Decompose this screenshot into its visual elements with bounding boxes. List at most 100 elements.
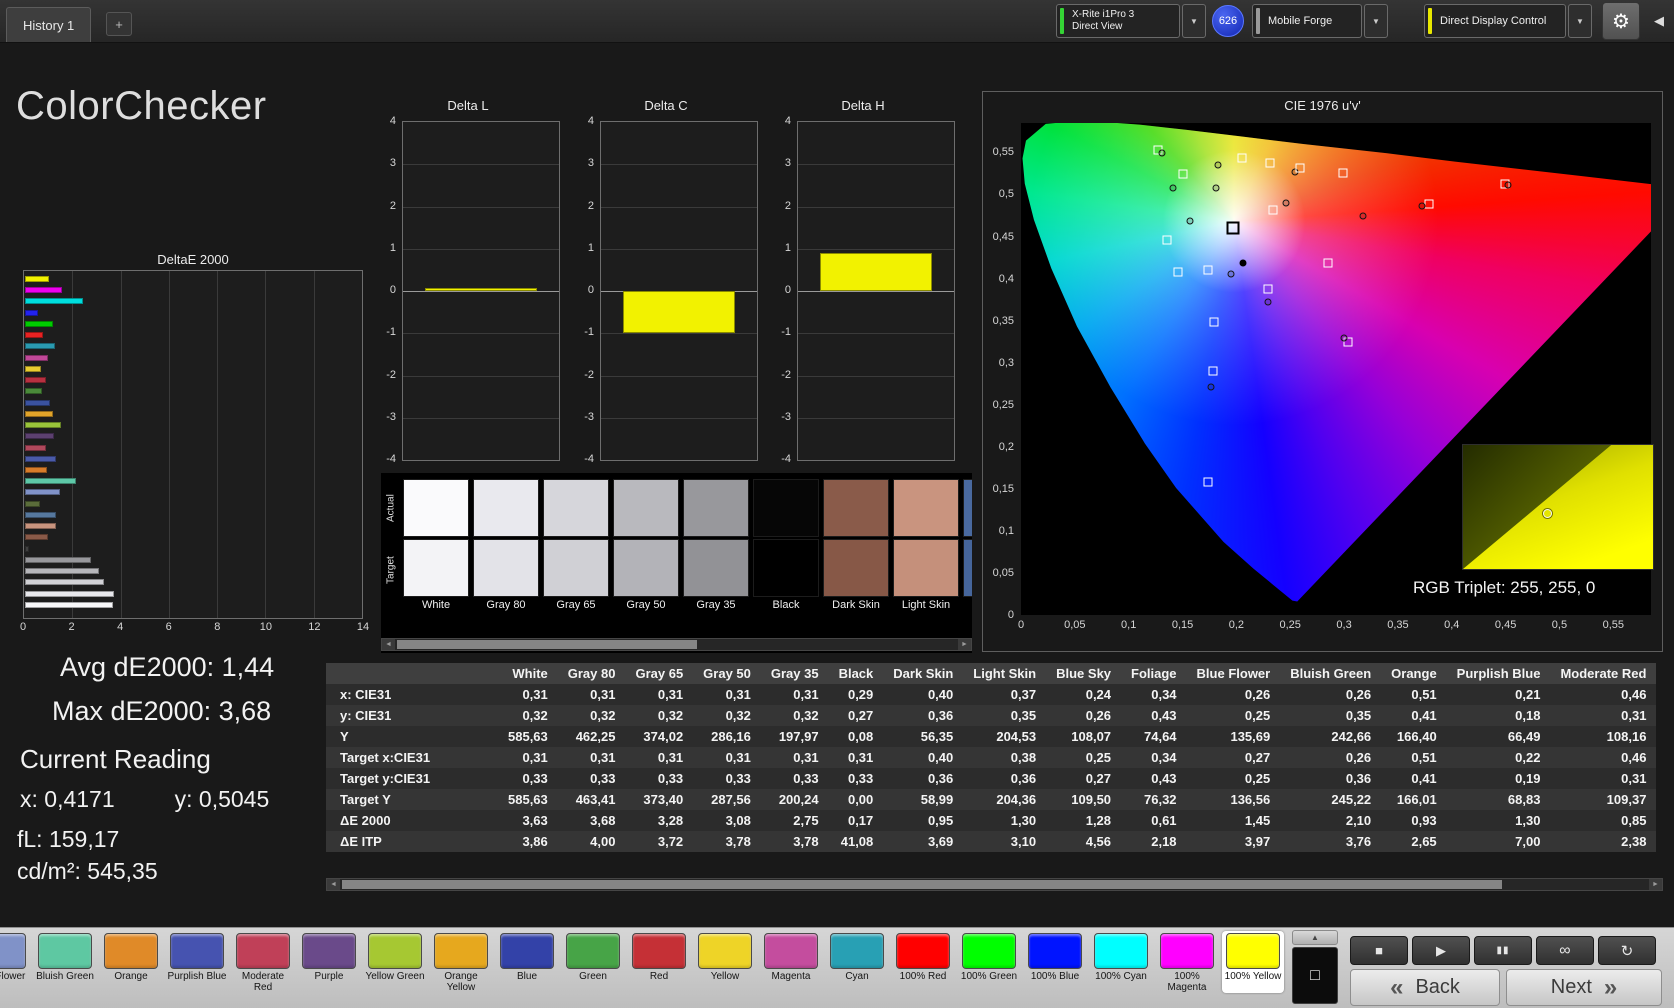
column-header-gray-35: Gray 35	[770, 666, 819, 681]
strip-scrollbar-thumb[interactable]	[397, 640, 697, 649]
table-cell: 0,32	[725, 708, 751, 723]
table-scrollbar-thumb[interactable]	[342, 880, 1502, 889]
pattern-button-cyan[interactable]: Cyan	[826, 931, 888, 993]
pattern-button-yellow[interactable]: Yellow	[694, 931, 756, 993]
pattern-button-orange-yellow[interactable]: Orange Yellow	[430, 931, 492, 993]
de-bar-blue-sky	[25, 511, 56, 518]
play-button[interactable]: ▶	[1412, 936, 1470, 965]
pattern-button-orange[interactable]: Orange	[100, 931, 162, 993]
pattern-button-100-yellow[interactable]: 100% Yellow	[1222, 931, 1284, 993]
target-swatch	[823, 539, 889, 597]
strip-scrollbar[interactable]: ◄ ►	[381, 638, 972, 651]
table-scrollbar[interactable]: ◄ ►	[326, 878, 1663, 891]
table-cell: 0,43	[1151, 771, 1177, 786]
next-chevron-icon: »	[1603, 973, 1618, 1001]
gear-icon[interactable]: ⚙	[1602, 2, 1640, 40]
y-tick-label: -4	[584, 453, 594, 465]
pattern-button-yellow-green[interactable]: Yellow Green	[364, 931, 426, 993]
source-chevron-down-icon[interactable]: ▼	[1364, 4, 1388, 38]
pattern-button-magenta[interactable]: Magenta	[760, 931, 822, 993]
table-cell: 0,25	[1244, 708, 1271, 723]
table-cell: 2,75	[793, 813, 819, 828]
target-swatch	[403, 539, 469, 597]
pattern-button-100-cyan[interactable]: 100% Cyan	[1090, 931, 1152, 993]
add-tab-button[interactable]: +	[106, 12, 132, 36]
table-cell: 66,49	[1507, 729, 1541, 744]
scroll-left-icon[interactable]: ◄	[327, 879, 340, 890]
cie-point-square	[1323, 258, 1333, 268]
refresh-button[interactable]: ↻	[1598, 936, 1656, 965]
pattern-button-red[interactable]: Red	[628, 931, 690, 993]
pattern-source-dropdown[interactable]: Mobile Forge	[1252, 4, 1362, 38]
table-cell: 3,10	[1010, 834, 1037, 849]
column-header-light-skin: Light Skin	[973, 666, 1037, 681]
meter-dropdown[interactable]: X-Rite i1Pro 3 Direct View	[1056, 4, 1180, 38]
pattern-button-100-blue[interactable]: 100% Blue	[1024, 931, 1086, 993]
pattern-button-purplish-blue[interactable]: Purplish Blue	[166, 931, 228, 993]
x-tick-label: 14	[356, 621, 370, 633]
stop-button[interactable]: ■	[1350, 936, 1408, 965]
rgb-triplet-label: RGB Triplet: 255, 255, 0	[1413, 578, 1596, 597]
y-tick-label: 4	[784, 115, 791, 127]
row-label: Y	[340, 729, 349, 744]
collapse-arrow-icon[interactable]: ◀	[1648, 10, 1670, 32]
scroll-left-icon[interactable]: ◄	[382, 639, 395, 650]
meter-chevron-down-icon[interactable]: ▼	[1182, 4, 1206, 38]
pattern-button-green[interactable]: Green	[562, 931, 624, 993]
gridline	[798, 375, 954, 377]
de-bar-gray-35	[25, 556, 92, 563]
color-chip	[1226, 933, 1280, 969]
de-bar-blue	[25, 399, 51, 406]
display-control-dropdown[interactable]: Direct Display Control	[1424, 4, 1566, 38]
pause-button[interactable]: ▮▮	[1474, 936, 1532, 965]
row-label: y: CIE31	[340, 708, 392, 723]
table-cell: 0,33	[522, 771, 548, 786]
cie-y-tick-label: 0,55	[992, 146, 1014, 159]
pattern-button-label: 100% Cyan	[1095, 971, 1147, 982]
loop-button[interactable]: ∞	[1536, 936, 1594, 965]
pattern-button-blue-flower[interactable]: Blue Flower	[0, 931, 30, 993]
target-swatch	[613, 539, 679, 597]
color-chip	[38, 933, 92, 969]
pattern-button-purple[interactable]: Purple	[298, 931, 360, 993]
table-cell: 0,33	[657, 771, 684, 786]
gridline	[798, 333, 954, 335]
pattern-button-moderate-red[interactable]: Moderate Red	[232, 931, 294, 993]
gridline	[403, 291, 559, 292]
display-control-chevron-down-icon[interactable]: ▼	[1568, 4, 1592, 38]
tab-history[interactable]: History 1	[6, 7, 92, 42]
color-chip	[434, 933, 488, 969]
current-reading-title: Current Reading	[20, 744, 211, 774]
pattern-button-label: Blue	[516, 971, 537, 982]
pattern-window-button[interactable]: □	[1292, 947, 1338, 1004]
pattern-button-blue[interactable]: Blue	[496, 931, 558, 993]
swatch-name: Dark Skin	[832, 599, 880, 611]
color-chip	[104, 933, 158, 969]
cie-x-tick-label: 0,25	[1279, 619, 1301, 631]
table-row-x-cie31: x: CIE31 0,31 0,31 0,31 0,31 0,31 0,29 0,40 0,37…	[326, 684, 1657, 705]
table-cell: 0,17	[847, 813, 874, 828]
next-button[interactable]: Next »	[1506, 969, 1662, 1006]
pattern-button-bluish-green[interactable]: Bluish Green	[34, 931, 96, 993]
cie-point-square	[1263, 284, 1273, 294]
table-row-y: Y 585,63 462,25 374,02 286,16 197,97 0,08 56,35…	[326, 726, 1657, 747]
table-cell: 0,27	[847, 708, 874, 723]
pattern-button-100-magenta[interactable]: 100% Magenta	[1156, 931, 1218, 993]
table-cell: 0,61	[1151, 813, 1177, 828]
delta-c-chart: Delta C 4 3 2 1 0 -1 -2 -3 -4	[574, 98, 758, 465]
pattern-toolbar: Blue Flower Bluish Green Orange Purplish Bl…	[0, 927, 1674, 1008]
column-header-gray-65: Gray 65	[635, 666, 684, 681]
table-cell: 3,28	[657, 813, 684, 828]
strip-swatch-blue: Blue	[963, 479, 972, 621]
scroll-right-icon[interactable]: ►	[958, 639, 971, 650]
back-button[interactable]: « Back	[1350, 969, 1500, 1006]
eject-up-button[interactable]: ▲	[1292, 930, 1338, 945]
de-bar-dark-skin	[25, 534, 48, 541]
gridline	[120, 271, 122, 618]
table-cell: 0,26	[1085, 708, 1112, 723]
row-label: ΔE ITP	[340, 834, 382, 849]
pattern-button-100-green[interactable]: 100% Green	[958, 931, 1020, 993]
scroll-right-icon[interactable]: ►	[1649, 879, 1662, 890]
pattern-button-100-red[interactable]: 100% Red	[892, 931, 954, 993]
app-window: History 1 + X-Rite i1Pro 3 Direct View ▼…	[0, 0, 1674, 1008]
